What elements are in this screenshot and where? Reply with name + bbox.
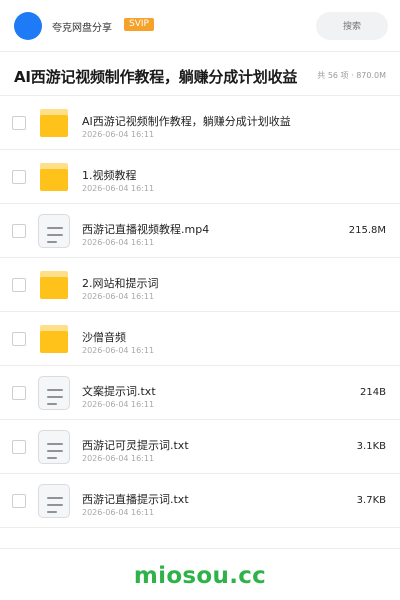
list-item[interactable]: 西游记可灵提示词.txt 2026-06-04 16:11 3.1KB <box>0 420 400 474</box>
file-icon <box>38 484 70 518</box>
file-date: 2026-06-04 16:11 <box>82 454 155 463</box>
file-name[interactable]: 文案提示词.txt <box>82 383 156 399</box>
svip-badge: SVIP <box>124 18 154 31</box>
site-watermark[interactable]: miosou.cc <box>0 563 400 589</box>
select-checkbox[interactable] <box>12 116 26 130</box>
select-checkbox[interactable] <box>12 332 26 346</box>
select-checkbox[interactable] <box>12 440 26 454</box>
file-date: 2026-06-04 16:11 <box>82 292 155 301</box>
select-checkbox[interactable] <box>12 170 26 184</box>
file-name[interactable]: 1.视频教程 <box>82 167 137 183</box>
file-size: 3.1KB <box>356 441 386 452</box>
file-name[interactable]: 2.网站和提示词 <box>82 275 159 291</box>
file-count-summary: 共 56 项 · 870.0M <box>317 71 386 80</box>
list-item[interactable]: AI西游记视频制作教程，躺赚分成计划收益 2026-06-04 16:11 <box>0 96 400 150</box>
folder-icon <box>38 322 70 356</box>
folder-icon <box>38 268 70 302</box>
select-checkbox[interactable] <box>12 494 26 508</box>
share-title-bar: AI西游记视频制作教程，躺赚分成计划收益 共 56 项 · 870.0M <box>0 52 400 96</box>
list-item[interactable]: 西游记直播视频教程.mp4 2026-06-04 16:11 215.8M <box>0 204 400 258</box>
list-item[interactable]: 文案提示词.txt 2026-06-04 16:11 214B <box>0 366 400 420</box>
list-item[interactable]: 西游记直播提示词.txt 2026-06-04 16:11 3.7KB <box>0 474 400 528</box>
file-name[interactable]: 西游记直播视频教程.mp4 <box>82 221 209 237</box>
select-checkbox[interactable] <box>12 386 26 400</box>
footer: miosou.cc <box>0 548 400 600</box>
file-icon <box>38 376 70 410</box>
file-icon <box>38 430 70 464</box>
search-input[interactable] <box>316 12 388 40</box>
file-date: 2026-06-04 16:11 <box>82 400 155 409</box>
avatar[interactable] <box>14 12 42 40</box>
file-name[interactable]: 沙僧音频 <box>82 329 126 345</box>
list-item[interactable]: 2.网站和提示词 2026-06-04 16:11 <box>0 258 400 312</box>
page-title: AI西游记视频制作教程，躺赚分成计划收益 <box>14 68 298 86</box>
file-name[interactable]: 西游记可灵提示词.txt <box>82 437 189 453</box>
file-list: AI西游记视频制作教程，躺赚分成计划收益 2026-06-04 16:11 1.… <box>0 96 400 528</box>
folder-icon <box>38 106 70 140</box>
top-bar: 夸克网盘分享 SVIP <box>0 0 400 52</box>
folder-icon <box>38 160 70 194</box>
file-size: 3.7KB <box>356 495 386 506</box>
file-date: 2026-06-04 16:11 <box>82 130 155 139</box>
list-item[interactable]: 沙僧音频 2026-06-04 16:11 <box>0 312 400 366</box>
file-date: 2026-06-04 16:11 <box>82 346 155 355</box>
file-date: 2026-06-04 16:11 <box>82 508 155 517</box>
username[interactable]: 夸克网盘分享 <box>52 19 112 34</box>
file-date: 2026-06-04 16:11 <box>82 238 155 247</box>
file-date: 2026-06-04 16:11 <box>82 184 155 193</box>
file-size: 215.8M <box>348 225 386 236</box>
list-item[interactable]: 1.视频教程 2026-06-04 16:11 <box>0 150 400 204</box>
file-name[interactable]: AI西游记视频制作教程，躺赚分成计划收益 <box>82 113 291 129</box>
select-checkbox[interactable] <box>12 224 26 238</box>
select-checkbox[interactable] <box>12 278 26 292</box>
file-icon <box>38 214 70 248</box>
file-name[interactable]: 西游记直播提示词.txt <box>82 491 189 507</box>
file-size: 214B <box>360 387 386 398</box>
